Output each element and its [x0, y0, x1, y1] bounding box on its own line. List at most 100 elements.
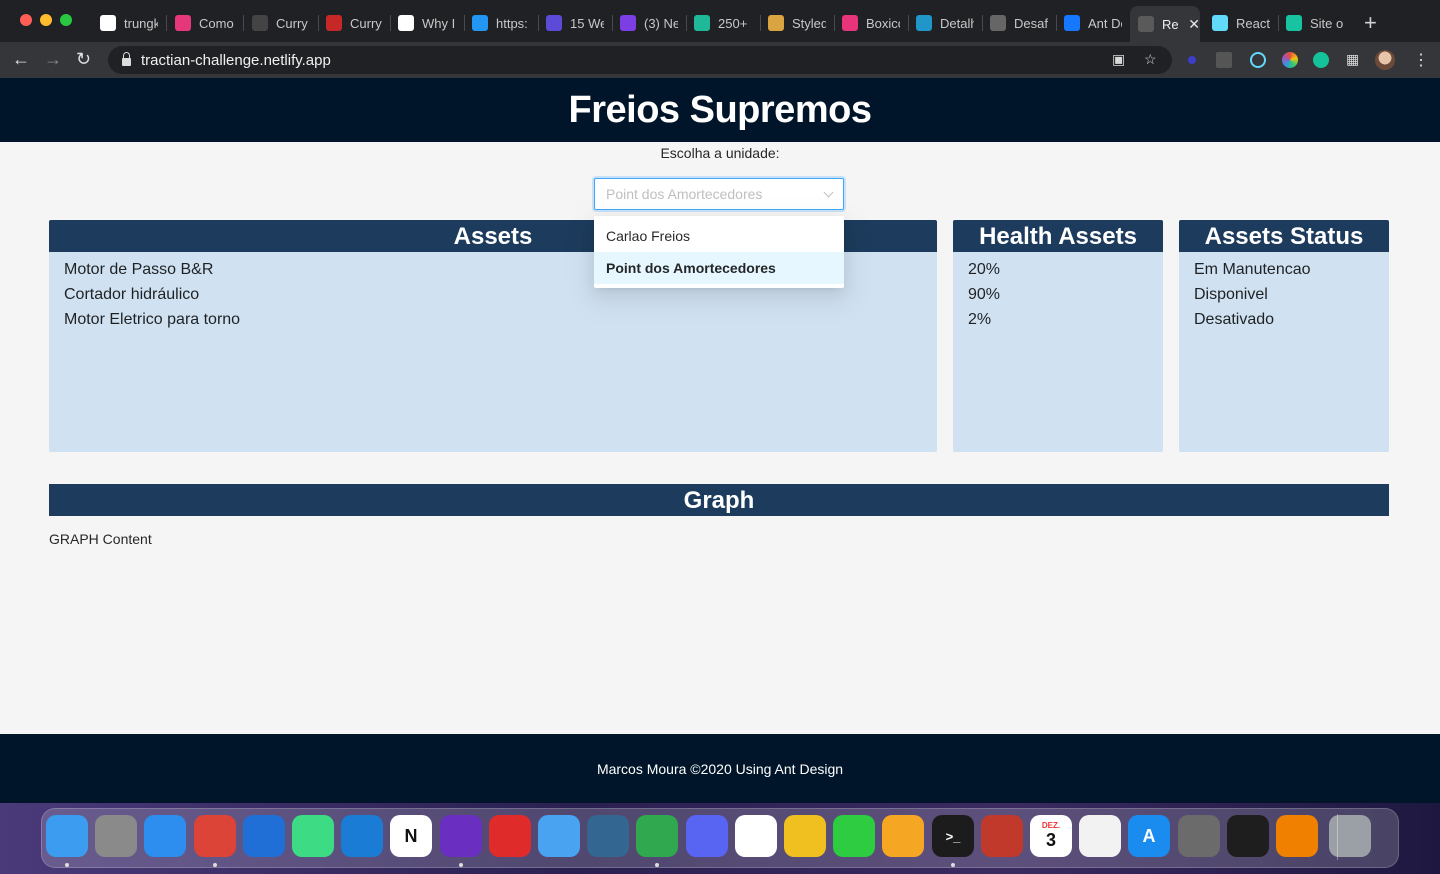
browser-tab[interactable]: Re ✕ — [1130, 6, 1200, 42]
github-icon — [100, 15, 116, 31]
c-logo-icon — [175, 15, 191, 31]
list-item: Disponivel — [1194, 286, 1268, 303]
grammarly-icon[interactable] — [1313, 52, 1329, 68]
browser-tab[interactable]: Ant De — [1064, 8, 1122, 38]
cast-icon[interactable]: ▣ — [1112, 51, 1125, 68]
browser-tab[interactable]: Boxicons — [842, 8, 900, 38]
browser-tab[interactable]: React — [1212, 8, 1270, 38]
gimp-icon[interactable] — [1178, 815, 1220, 857]
safari-icon[interactable] — [144, 815, 186, 857]
finder-icon[interactable] — [46, 815, 88, 857]
forward-arrow-icon[interactable]: → — [44, 49, 62, 69]
browser-tab-title: trungk — [124, 15, 158, 31]
xcode-icon[interactable] — [243, 815, 285, 857]
bookmark-star-icon[interactable]: ☆ — [1144, 51, 1157, 68]
textedit-icon[interactable] — [1079, 815, 1121, 857]
browser-tab-title: React — [1236, 15, 1270, 31]
figma-icon[interactable] — [1227, 815, 1269, 857]
back-arrow-icon[interactable]: ← — [12, 49, 30, 69]
calendar-icon[interactable]: DEZ. 3 — [1030, 815, 1072, 857]
close-window-button[interactable] — [20, 14, 32, 26]
browser-tab[interactable]: Detalh — [916, 8, 974, 38]
vlc-icon[interactable] — [1276, 815, 1318, 857]
browser-tab[interactable]: 250+ — [694, 8, 752, 38]
trash-icon[interactable] — [1329, 815, 1371, 857]
terminal-icon[interactable]: >_ — [932, 815, 974, 857]
chrome-icon[interactable] — [194, 815, 236, 857]
new-tab-button[interactable]: + — [1364, 10, 1377, 36]
extension-pen-icon[interactable] — [1216, 52, 1232, 68]
running-indicator — [213, 863, 217, 867]
browser-tab[interactable]: Styled — [768, 8, 826, 38]
reload-icon[interactable]: ↻ — [76, 49, 91, 69]
browser-tab[interactable]: Why I — [398, 8, 456, 38]
slack-icon[interactable] — [735, 815, 777, 857]
browser-toolbar: ← → ↻ tractian-challenge.netlify.app ▣ ☆… — [0, 42, 1440, 78]
browser-tab[interactable]: 15 We — [546, 8, 604, 38]
browser-tab[interactable]: Curry — [252, 8, 310, 38]
calendar-glyph: 3 — [1045, 829, 1056, 850]
dock-separator — [1337, 814, 1338, 860]
minimize-window-button[interactable] — [40, 14, 52, 26]
app-store-icon[interactable]: A — [1128, 815, 1170, 857]
graph-title: Graph — [49, 484, 1389, 516]
popcorn-icon[interactable] — [981, 815, 1023, 857]
tab-divider — [760, 15, 761, 31]
lock-icon[interactable] — [122, 52, 131, 66]
browser-tab-title: Boxicons — [866, 15, 900, 31]
tab-divider — [834, 15, 835, 31]
mongodb-icon[interactable] — [636, 815, 678, 857]
health-assets-card: Health Assets 20% 90% 2% — [953, 220, 1163, 452]
browser-tab[interactable]: Como — [175, 8, 235, 38]
discord-icon[interactable] — [686, 815, 728, 857]
zoom-window-button[interactable] — [60, 14, 72, 26]
unit-select-value: Point dos Amortecedores — [606, 186, 763, 202]
flower-app-icon[interactable] — [489, 815, 531, 857]
tab-divider — [464, 15, 465, 31]
tableplus-icon[interactable] — [538, 815, 580, 857]
react-devtools-icon[interactable] — [1250, 52, 1266, 68]
profile-avatar[interactable] — [1375, 50, 1395, 70]
launchpad-icon[interactable] — [95, 815, 137, 857]
browser-tab[interactable]: Desaf — [990, 8, 1048, 38]
unit-option[interactable]: Carlao Freios — [594, 220, 844, 252]
tab-divider — [1278, 15, 1279, 31]
browser-tab-title: Curry — [350, 15, 382, 31]
unit-option-selected[interactable]: Point dos Amortecedores — [594, 252, 844, 284]
color-picker-icon[interactable] — [1282, 52, 1298, 68]
tab-divider — [390, 15, 391, 31]
tab-divider — [686, 15, 687, 31]
photos-icon[interactable] — [882, 815, 924, 857]
browser-tab[interactable]: trungk — [100, 8, 158, 38]
moon-app-icon[interactable] — [440, 815, 482, 857]
browser-tab[interactable]: https: — [472, 8, 530, 38]
facetime-icon[interactable] — [833, 815, 875, 857]
android-studio-icon[interactable] — [292, 815, 334, 857]
running-indicator — [65, 863, 69, 867]
postgres-icon[interactable] — [587, 815, 629, 857]
browser-tab-title: 250+ — [718, 15, 748, 31]
graph-content: GRAPH Content — [49, 531, 152, 547]
unit-select[interactable]: Point dos Amortecedores — [594, 178, 844, 210]
close-tab-icon[interactable]: ✕ — [1188, 16, 1200, 33]
a-icon — [546, 15, 562, 31]
more-menu-icon[interactable]: ⋮ — [1413, 50, 1429, 70]
browser-tab[interactable]: Site o — [1286, 8, 1344, 38]
list-item: Desativado — [1194, 311, 1275, 328]
d-icon — [694, 15, 710, 31]
insomnia-icon[interactable] — [784, 815, 826, 857]
list-item: 90% — [968, 286, 1001, 303]
browser-tab-title: Ant De — [1088, 15, 1122, 31]
vscode-icon[interactable] — [341, 815, 383, 857]
extension-star-icon[interactable] — [1188, 56, 1196, 64]
medium-icon — [398, 15, 414, 31]
status-list: Em Manutencao Disponivel Desativado — [1179, 252, 1389, 337]
running-indicator — [951, 863, 955, 867]
extensions-puzzle-icon[interactable]: ▦ — [1346, 51, 1359, 68]
browser-tab[interactable]: Curry — [326, 8, 382, 38]
notion-icon[interactable]: N — [390, 815, 432, 857]
browser-tab[interactable]: (3) Ne — [620, 8, 678, 38]
react-icon — [1212, 15, 1228, 31]
tab-divider — [612, 15, 613, 31]
address-bar[interactable]: tractian-challenge.netlify.app ▣ ☆ — [108, 46, 1172, 74]
